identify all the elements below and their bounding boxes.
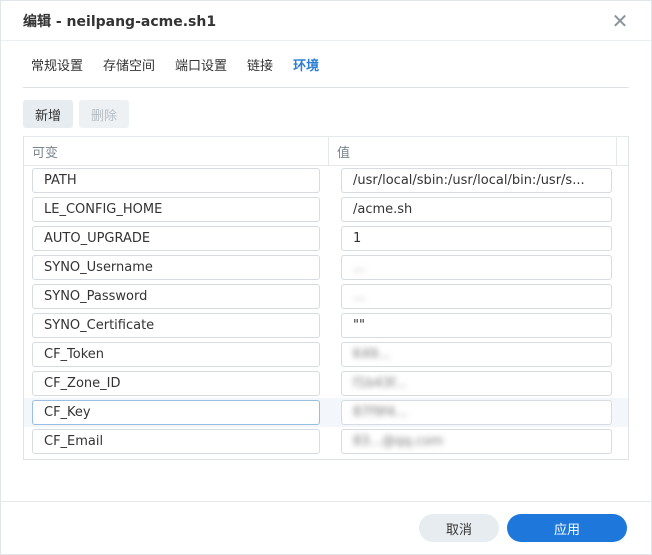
variable-field[interactable]: AUTO_UPGRADE	[32, 226, 320, 251]
redacted-value: f1b43f...	[353, 376, 407, 391]
header-variable: 可变	[24, 137, 329, 165]
table-row: CF_Email 83...@qq.com	[24, 427, 628, 456]
table-row: LE_CONFIG_HOME /acme.sh	[24, 195, 628, 224]
tab-storage[interactable]: 存储空间	[95, 41, 167, 87]
table-row: PATH /usr/local/sbin:/usr/local/bin:/usr…	[24, 166, 628, 195]
tab-bar: 常规设置 存储空间 端口设置 链接 环境	[23, 41, 629, 88]
value-field[interactable]: 87f9f4...	[341, 400, 612, 425]
redacted-value: 83...@qq.com	[353, 434, 444, 449]
value-field[interactable]: /usr/local/sbin:/usr/local/bin:/usr/s...	[341, 168, 612, 193]
tab-links[interactable]: 链接	[239, 41, 285, 87]
table-row: SYNO_Certificate ""	[24, 311, 628, 340]
table-header: 可变 值	[24, 136, 628, 166]
value-field[interactable]: 83...@qq.com	[341, 429, 612, 454]
variable-field[interactable]: SYNO_Certificate	[32, 313, 320, 338]
table-row: SYNO_Username ...	[24, 253, 628, 282]
variable-field[interactable]: PATH	[32, 168, 320, 193]
table-row: CF_Token K49...	[24, 340, 628, 369]
redacted-value: K49...	[353, 347, 391, 362]
redacted-value: 87f9f4...	[353, 405, 408, 420]
env-toolbar: 新增 删除	[23, 100, 629, 128]
tab-ports[interactable]: 端口设置	[167, 41, 239, 87]
value-field[interactable]: f1b43f...	[341, 371, 612, 396]
dialog-titlebar: 编辑 - neilpang-acme.sh1 ✕	[1, 1, 651, 41]
variable-field[interactable]: SYNO_Password	[32, 284, 320, 309]
redacted-value: ...	[353, 260, 366, 275]
table-row: AUTO_UPGRADE 1	[24, 224, 628, 253]
table-row: SYNO_Password ...	[24, 282, 628, 311]
tab-environment[interactable]: 环境	[285, 41, 331, 87]
env-table: 可变 值 PATH /usr/local/sbin:/usr/local/bin…	[23, 136, 629, 460]
value-field[interactable]: 1	[341, 226, 612, 251]
value-field[interactable]: ...	[341, 284, 612, 309]
value-field[interactable]: ""	[341, 313, 612, 338]
header-value: 值	[329, 137, 617, 165]
variable-field[interactable]: CF_Zone_ID	[32, 371, 320, 396]
variable-field[interactable]: SYNO_Username	[32, 255, 320, 280]
variable-field[interactable]: CF_Email	[32, 429, 320, 454]
table-row: CF_Zone_ID f1b43f...	[24, 369, 628, 398]
edit-dialog: 编辑 - neilpang-acme.sh1 ✕ 常规设置 存储空间 端口设置 …	[0, 0, 652, 555]
variable-field[interactable]: CF_Key	[32, 400, 320, 425]
variable-field[interactable]: CF_Token	[32, 342, 320, 367]
header-extra	[617, 137, 628, 165]
add-button[interactable]: 新增	[23, 100, 74, 128]
tab-general[interactable]: 常规设置	[23, 41, 95, 87]
close-icon[interactable]: ✕	[611, 11, 629, 31]
redacted-value: ...	[353, 289, 366, 304]
dialog-title: 编辑 - neilpang-acme.sh1	[23, 13, 217, 30]
apply-button[interactable]: 应用	[507, 514, 627, 542]
table-row: CF_Key 87f9f4...	[24, 398, 628, 427]
value-field[interactable]: /acme.sh	[341, 197, 612, 222]
variable-field[interactable]: LE_CONFIG_HOME	[32, 197, 320, 222]
dialog-footer: 取消 应用	[1, 501, 651, 554]
value-field[interactable]: ...	[341, 255, 612, 280]
value-field[interactable]: K49...	[341, 342, 612, 367]
delete-button[interactable]: 删除	[79, 100, 130, 128]
cancel-button[interactable]: 取消	[419, 514, 499, 542]
